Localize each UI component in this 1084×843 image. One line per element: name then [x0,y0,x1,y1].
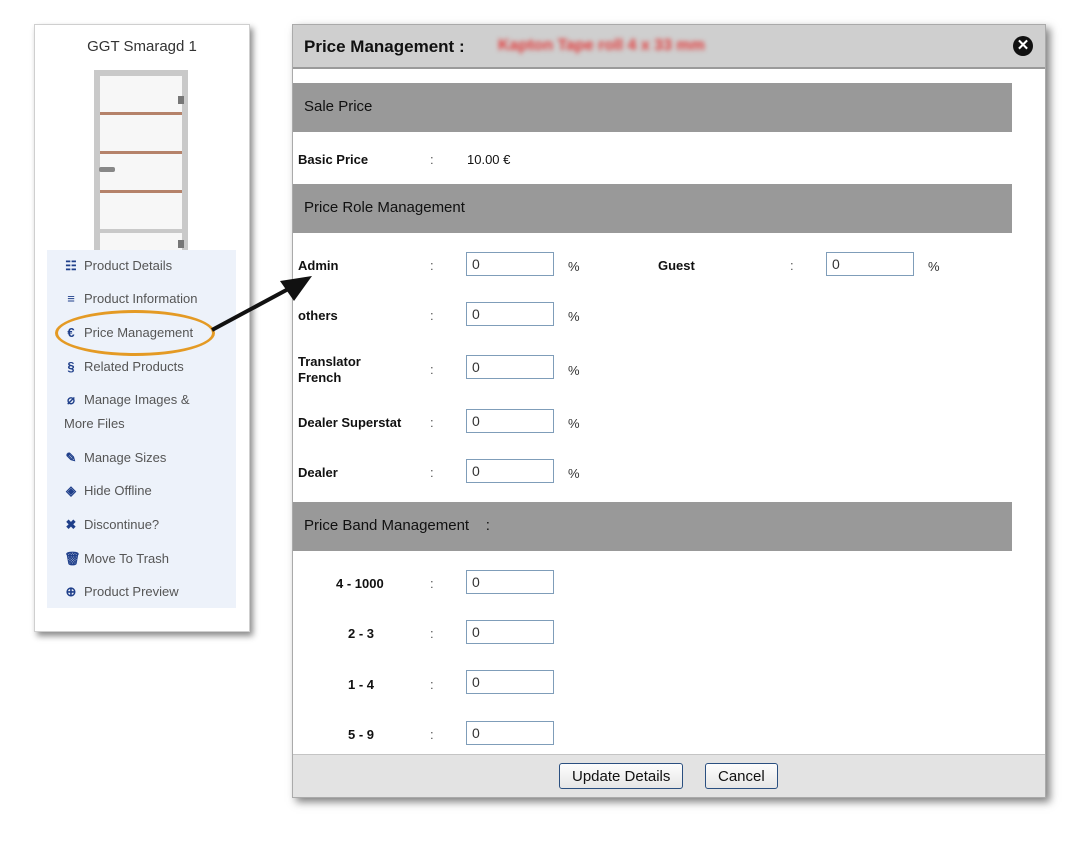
modal-footer: Update Details Cancel [293,754,1045,797]
band-input-4-1000[interactable] [466,570,554,594]
menu-label: Product Preview [84,584,179,599]
colon: : [430,308,434,323]
menu-hide-offline[interactable]: ◈ Hide Offline [64,479,152,503]
colon: : [430,152,434,167]
band-label: 1 - 4 [348,677,375,692]
product-menu: ☷ Product Details ≡ Product Information € P… [47,250,236,608]
section-title: Price Band Management : [304,517,490,534]
role-label-translator-2: French [298,370,342,385]
colon: : [430,415,434,430]
highlight-ellipse [55,310,215,356]
cancel-button[interactable]: Cancel [705,763,778,789]
basic-price-label: Basic Price [298,152,369,167]
band-input-5-9[interactable] [466,721,554,745]
menu-label: Product Details [84,258,173,273]
percent-sign: % [568,309,580,324]
others-percent-input[interactable] [466,302,554,326]
section-price-role: Price Role Management [293,184,1012,233]
menu-related-products[interactable]: § Related Products [64,355,184,379]
colon: : [430,677,434,692]
menu-product-information[interactable]: ≡ Product Information [64,287,197,311]
paperclip-icon: ⌀ [67,392,75,407]
section-title: Sale Price [304,98,373,115]
colon: : [430,258,434,273]
basic-price-value: 10.00 € [467,152,511,167]
colon: : [430,626,434,641]
role-label-others: others [298,308,338,323]
menu-manage-sizes[interactable]: ✎ Manage Sizes [64,446,167,470]
menu-move-to-trash[interactable]: 🗑 Move To Trash [64,547,169,571]
lines-icon: ≡ [67,291,75,306]
translator-french-percent-input[interactable] [466,355,554,379]
menu-label: Discontinue? [84,517,160,532]
list-icon: ☷ [65,258,77,273]
update-details-button[interactable]: Update Details [559,763,684,789]
menu-label: Hide Offline [84,483,152,498]
section-price-band: Price Band Management : [293,502,1012,551]
role-label-dealer-superstat: Dealer Superstat [298,415,402,430]
section-sale-price: Sale Price [293,83,1012,132]
band-input-2-3[interactable] [466,620,554,644]
colon: : [430,576,434,591]
menu-manage-images[interactable]: ⌀ Manage Images & More Files [64,388,190,436]
menu-label: Manage Sizes [84,450,167,465]
eye-slash-icon: ◈ [66,483,76,498]
colon: : [430,362,434,377]
menu-product-preview[interactable]: ⊕ Product Preview [64,580,179,604]
product-title: GGT Smaragd 1 [87,38,197,55]
menu-product-details[interactable]: ☷ Product Details [64,254,172,278]
edit-icon: ✎ [65,450,77,465]
role-label-translator: Translator [298,354,361,369]
role-label-dealer: Dealer [298,465,338,480]
role-label-guest: Guest [658,258,695,273]
colon: : [430,465,434,480]
admin-percent-input[interactable] [466,252,554,276]
percent-sign: % [568,259,580,274]
guest-percent-input[interactable] [826,252,914,276]
menu-label: Product Information [84,291,198,306]
product-name-blurred: Kapton Tape roll 4 x 33 mm [498,37,705,54]
zoom-icon: ⊕ [65,584,77,599]
band-input-1-4[interactable] [466,670,554,694]
dealer-superstat-percent-input[interactable] [466,409,554,433]
menu-label: Manage Images & [84,392,190,407]
percent-sign: % [568,416,580,431]
menu-discontinue[interactable]: ✖ Discontinue? [64,513,160,537]
trash-icon: 🗑 [64,551,81,566]
modal-header: Price Management : Kapton Tape roll 4 x … [293,25,1045,69]
menu-label-continued: More Files [64,416,125,431]
menu-label: Move To Trash [84,551,170,566]
x-icon: ✖ [65,517,77,532]
percent-sign: % [928,259,940,274]
percent-sign: % [568,466,580,481]
band-label: 4 - 1000 [336,576,384,591]
colon: : [430,727,434,742]
modal-title: Price Management : [304,37,465,56]
dealer-percent-input[interactable] [466,459,554,483]
link-icon: § [67,359,75,374]
colon: : [790,258,794,273]
band-label: 2 - 3 [348,626,375,641]
percent-sign: % [568,363,580,378]
price-management-modal: Price Management : Kapton Tape roll 4 x … [292,24,1046,798]
product-image [94,70,188,250]
role-label-admin: Admin [298,258,339,273]
band-label: 5 - 9 [348,727,375,742]
section-title: Price Role Management [304,199,465,216]
menu-label: Related Products [84,359,184,374]
close-icon[interactable]: ✕ [1013,36,1033,56]
